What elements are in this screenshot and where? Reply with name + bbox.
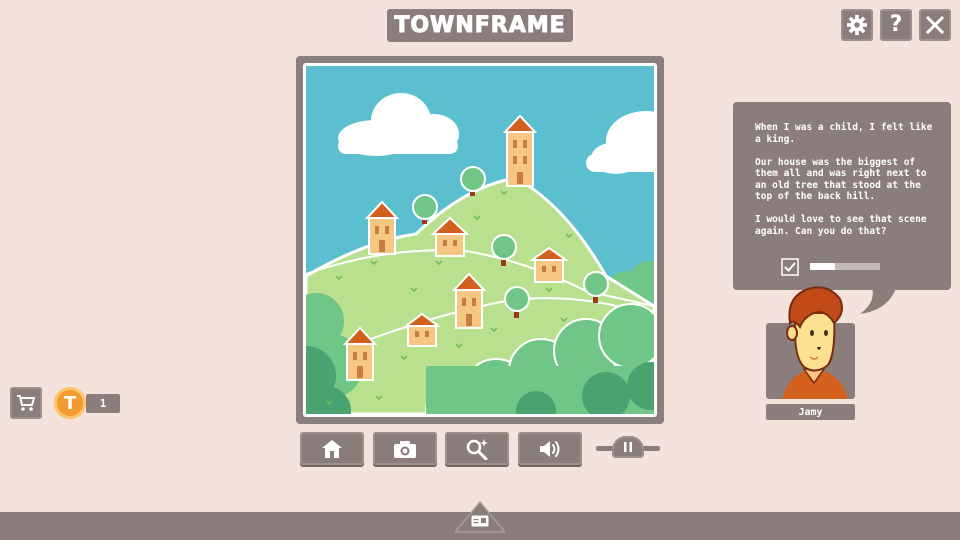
shop-button[interactable]	[10, 387, 42, 419]
photo-frame	[296, 56, 664, 424]
checkbox-checked-icon[interactable]	[781, 258, 799, 276]
bottom-tab-button[interactable]	[453, 500, 507, 533]
help-button[interactable]: ?	[880, 9, 912, 41]
pause-icon	[624, 442, 632, 452]
speed-slider[interactable]	[596, 436, 660, 460]
house-icon	[322, 439, 342, 458]
question-icon: ?	[889, 12, 903, 37]
close-button[interactable]	[919, 9, 951, 41]
magnifier-sparkle-icon	[466, 438, 488, 460]
camera-button[interactable]	[373, 432, 437, 465]
speaker-icon	[540, 440, 560, 457]
slider-handle[interactable]	[612, 436, 644, 458]
coin-counter: 1	[86, 394, 120, 413]
character-name: Jamy	[766, 404, 855, 420]
zoom-button[interactable]	[445, 432, 509, 465]
dialogue-progress-fill	[810, 263, 835, 270]
coin-letter: T	[63, 392, 77, 414]
camera-icon	[394, 440, 416, 458]
character-avatar	[782, 286, 848, 399]
cart-icon	[17, 395, 36, 411]
bubble-tail	[858, 288, 896, 314]
scene-canvas[interactable]	[306, 66, 654, 414]
game-title: TOWNFRAME	[394, 13, 566, 39]
house-tower-top	[502, 114, 538, 187]
character-portrait	[766, 286, 855, 399]
title-plate: TOWNFRAME	[387, 9, 573, 42]
dialogue-bubble: When I was a child, I felt like a king. …	[733, 102, 951, 290]
settings-button[interactable]	[841, 9, 873, 41]
postcard-icon	[471, 515, 489, 527]
home-button[interactable]	[300, 432, 364, 465]
sound-button[interactable]	[518, 432, 582, 465]
gear-icon	[846, 14, 868, 36]
coin-amount: 1	[99, 397, 107, 410]
town-scene[interactable]	[303, 63, 657, 417]
close-icon	[925, 15, 945, 35]
dialogue-progress-bar	[810, 263, 880, 270]
coin-icon: T	[54, 387, 86, 419]
dialogue-text: When I was a child, I felt like a king. …	[755, 122, 933, 237]
